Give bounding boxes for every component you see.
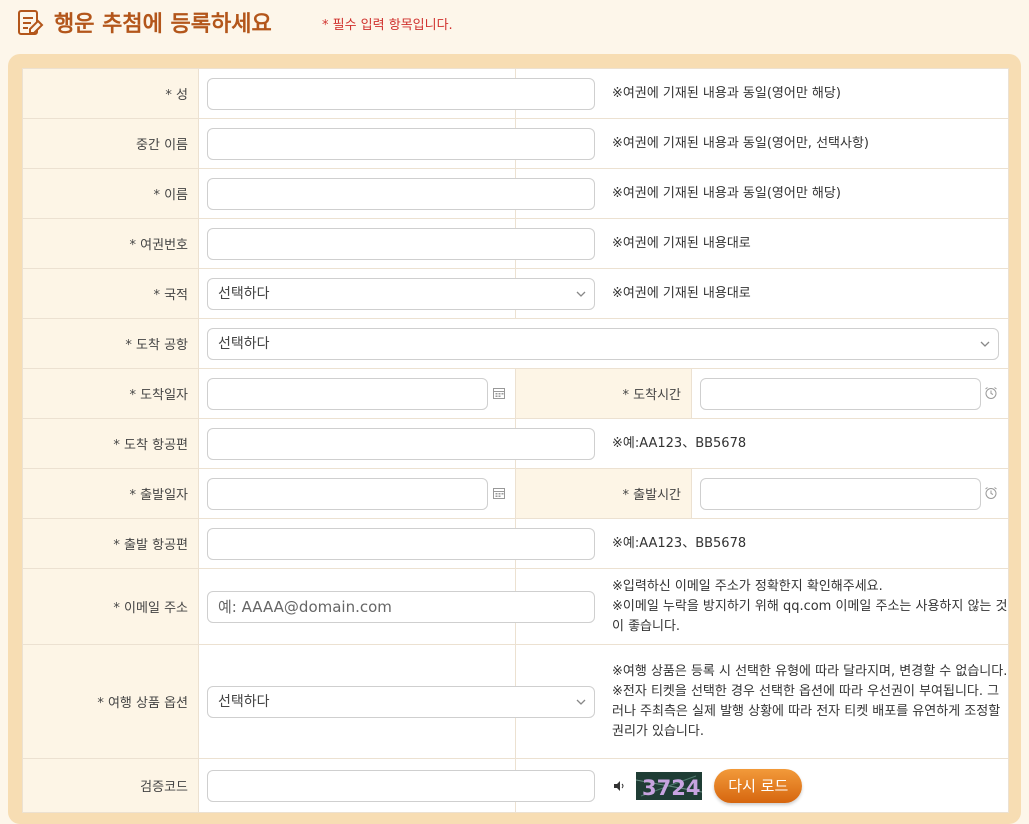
arrival-flight-input[interactable] xyxy=(207,427,595,460)
form-row-verification: 검증코드 3724 다시 로드 xyxy=(22,758,1009,813)
form-row-travel-product: * 여행 상품 옵션 선택하다 ※여행 상품은 등록 시 선택한 유형에 따라 … xyxy=(22,644,1009,759)
arrival-airport-label: * 도착 공항 xyxy=(22,318,199,369)
reload-captcha-button[interactable]: 다시 로드 xyxy=(714,768,803,803)
form-row-departure-datetime: * 출발일자 * 출발시간 xyxy=(22,468,1009,519)
arrival-date-input[interactable] xyxy=(207,377,488,410)
email-input[interactable] xyxy=(207,590,595,623)
email-note-line1: ※입력하신 이메일 주소가 정확한지 확인해주세요. xyxy=(612,578,883,594)
nationality-value: 선택하다 xyxy=(218,285,270,302)
departure-date-input[interactable] xyxy=(207,477,488,510)
departure-time-input[interactable] xyxy=(700,477,981,510)
page-header: 행운 추첨에 등록하세요 * 필수 입력 항목입니다. xyxy=(0,0,1029,48)
calendar-icon[interactable] xyxy=(492,486,506,500)
form-row-nationality: * 국적 선택하다 ※여권에 기재된 내용대로 xyxy=(22,268,1009,319)
captcha-text: 3724 xyxy=(642,776,700,800)
middle-name-label: 중간 이름 xyxy=(22,118,199,169)
form-row-email: * 이메일 주소 ※입력하신 이메일 주소가 정확한지 확인해주세요. ※이메일… xyxy=(22,568,1009,645)
form-row-arrival-airport: * 도착 공항 선택하다 xyxy=(22,318,1009,369)
calendar-icon[interactable] xyxy=(492,386,506,400)
departure-date-label: * 출발일자 xyxy=(22,468,199,519)
chevron-down-icon xyxy=(576,699,586,705)
form-row-first-name: * 이름 ※여권에 기재된 내용과 동일(영어만 해당) xyxy=(22,168,1009,219)
form-row-departure-flight: * 출발 항공편 ※예:AA123、BB5678 xyxy=(22,518,1009,569)
chevron-down-icon xyxy=(576,291,586,297)
form-edit-icon xyxy=(18,10,44,35)
middle-name-input[interactable] xyxy=(207,127,595,160)
verification-input[interactable] xyxy=(207,769,595,802)
form-row-middle-name: 중간 이름 ※여권에 기재된 내용과 동일(영어만, 선택사항) xyxy=(22,118,1009,169)
nationality-select[interactable]: 선택하다 xyxy=(207,277,595,310)
form-row-passport: * 여권번호 ※여권에 기재된 내용대로 xyxy=(22,218,1009,269)
first-name-input[interactable] xyxy=(207,177,595,210)
form-row-last-name: * 성 ※여권에 기재된 내용과 동일(영어만 해당) xyxy=(22,68,1009,119)
arrival-time-input[interactable] xyxy=(700,377,981,410)
last-name-input[interactable] xyxy=(207,77,595,110)
form-row-arrival-datetime: * 도착일자 * 도착시간 xyxy=(22,368,1009,419)
departure-flight-label: * 출발 항공편 xyxy=(22,518,199,569)
travel-product-note-line2: ※전자 티켓을 선택한 경우 선택한 옵션에 따라 우선권이 부여됩니다. 그러… xyxy=(612,683,1001,739)
arrival-date-label: * 도착일자 xyxy=(22,368,199,419)
arrival-airport-select[interactable]: 선택하다 xyxy=(207,327,999,360)
last-name-label: * 성 xyxy=(22,68,199,119)
arrival-flight-label: * 도착 항공편 xyxy=(22,418,199,469)
arrival-time-label: * 도착시간 xyxy=(515,368,692,419)
arrival-airport-value: 선택하다 xyxy=(218,335,270,352)
departure-time-label: * 출발시간 xyxy=(515,468,692,519)
email-note-line2: ※이메일 누락을 방지하기 위해 qq.com 이메일 주소는 사용하지 않는 … xyxy=(612,598,1008,634)
required-note: * 필수 입력 항목입니다. xyxy=(322,18,453,33)
travel-product-label: * 여행 상품 옵션 xyxy=(22,644,199,759)
verification-label: 검증코드 xyxy=(22,758,199,813)
travel-product-value: 선택하다 xyxy=(218,693,270,710)
travel-product-select[interactable]: 선택하다 xyxy=(207,685,595,718)
speaker-icon[interactable] xyxy=(612,779,626,793)
page-title: 행운 추첨에 등록하세요 xyxy=(54,12,272,37)
captcha-image: 3724 xyxy=(636,771,703,800)
clock-icon[interactable] xyxy=(984,386,998,400)
passport-input[interactable] xyxy=(207,227,595,260)
travel-product-note-line1: ※여행 상품은 등록 시 선택한 유형에 따라 달라지며, 변경할 수 없습니다… xyxy=(612,663,1008,679)
email-label: * 이메일 주소 xyxy=(22,568,199,645)
chevron-down-icon xyxy=(980,341,990,347)
first-name-label: * 이름 xyxy=(22,168,199,219)
clock-icon[interactable] xyxy=(984,486,998,500)
passport-label: * 여권번호 xyxy=(22,218,199,269)
registration-form: * 성 ※여권에 기재된 내용과 동일(영어만 해당) 중간 이름 ※여권에 기… xyxy=(22,68,1009,813)
form-row-arrival-flight: * 도착 항공편 ※예:AA123、BB5678 xyxy=(22,418,1009,469)
nationality-label: * 국적 xyxy=(22,268,199,319)
departure-flight-input[interactable] xyxy=(207,527,595,560)
